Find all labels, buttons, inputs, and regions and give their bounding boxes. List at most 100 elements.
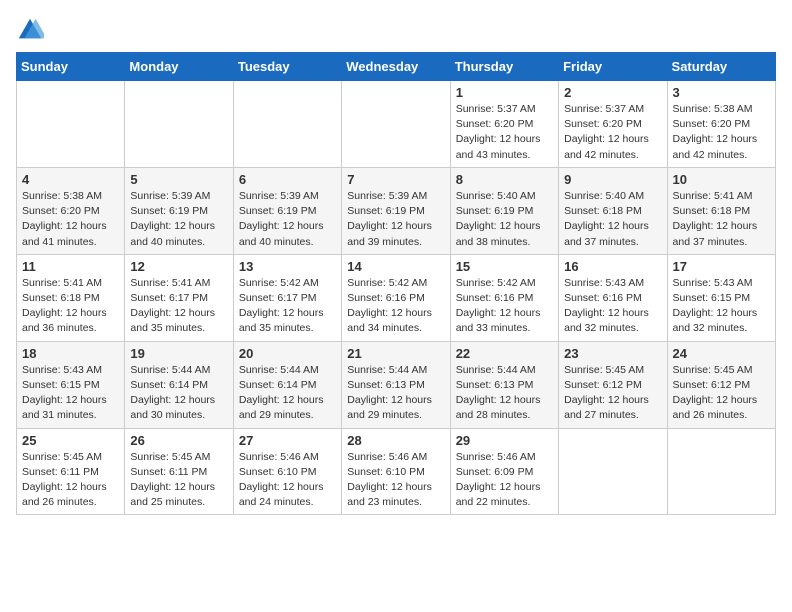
day-number: 7 — [347, 172, 444, 187]
calendar-cell: 4 Sunrise: 5:38 AM Sunset: 6:20 PM Daylig… — [17, 167, 125, 254]
weekday-row: SundayMondayTuesdayWednesdayThursdayFrid… — [17, 53, 776, 81]
calendar-cell: 2 Sunrise: 5:37 AM Sunset: 6:20 PM Daylig… — [559, 81, 667, 168]
calendar-cell: 6 Sunrise: 5:39 AM Sunset: 6:19 PM Daylig… — [233, 167, 341, 254]
calendar-cell: 22Sunrise: 5:44 AM Sunset: 6:13 PM Dayli… — [450, 341, 558, 428]
day-detail: Sunrise: 5:45 AM Sunset: 6:12 PM Dayligh… — [673, 363, 770, 424]
calendar-cell: 12 Sunrise: 5:41 AM Sunset: 6:17 PM Dayli… — [125, 254, 233, 341]
calendar-cell: 20 Sunrise: 5:44 AM Sunset: 6:14 PM Dayli… — [233, 341, 341, 428]
day-number: 28 — [347, 433, 444, 448]
day-detail: Sunrise: 5:40 AM Sunset: 6:19 PM Dayligh… — [456, 189, 553, 250]
calendar-cell: 29Sunrise: 5:46 AM Sunset: 6:09 PM Dayli… — [450, 428, 558, 515]
day-number: 25 — [22, 433, 119, 448]
calendar-header: SundayMondayTuesdayWednesdayThursdayFrid… — [17, 53, 776, 81]
logo — [16, 16, 48, 44]
weekday-header-thursday: Thursday — [450, 53, 558, 81]
day-number: 3 — [673, 85, 770, 100]
calendar-cell: 3 Sunrise: 5:38 AM Sunset: 6:20 PM Daylig… — [667, 81, 775, 168]
calendar-cell: 28Sunrise: 5:46 AM Sunset: 6:10 PM Dayli… — [342, 428, 450, 515]
calendar-cell: 27Sunrise: 5:46 AM Sunset: 6:10 PM Dayli… — [233, 428, 341, 515]
day-number: 24 — [673, 346, 770, 361]
day-detail: Sunrise: 5:42 AM Sunset: 6:16 PM Dayligh… — [456, 276, 553, 337]
day-number: 23 — [564, 346, 661, 361]
calendar-cell: 7 Sunrise: 5:39 AM Sunset: 6:19 PM Daylig… — [342, 167, 450, 254]
day-detail: Sunrise: 5:39 AM Sunset: 6:19 PM Dayligh… — [239, 189, 336, 250]
calendar-cell: 10 Sunrise: 5:41 AM Sunset: 6:18 PM Dayli… — [667, 167, 775, 254]
calendar-week-4: 18 Sunrise: 5:43 AM Sunset: 6:15 PM Dayli… — [17, 341, 776, 428]
calendar-cell: 24 Sunrise: 5:45 AM Sunset: 6:12 PM Dayli… — [667, 341, 775, 428]
day-detail: Sunrise: 5:40 AM Sunset: 6:18 PM Dayligh… — [564, 189, 661, 250]
day-detail: Sunrise: 5:37 AM Sunset: 6:20 PM Dayligh… — [564, 102, 661, 163]
day-number: 18 — [22, 346, 119, 361]
day-detail: Sunrise: 5:41 AM Sunset: 6:18 PM Dayligh… — [22, 276, 119, 337]
calendar: SundayMondayTuesdayWednesdayThursdayFrid… — [16, 52, 776, 515]
day-detail: Sunrise: 5:44 AM Sunset: 6:14 PM Dayligh… — [239, 363, 336, 424]
calendar-week-5: 25 Sunrise: 5:45 AM Sunset: 6:11 PM Dayli… — [17, 428, 776, 515]
calendar-cell — [125, 81, 233, 168]
calendar-cell: 8 Sunrise: 5:40 AM Sunset: 6:19 PM Daylig… — [450, 167, 558, 254]
calendar-cell: 17 Sunrise: 5:43 AM Sunset: 6:15 PM Dayli… — [667, 254, 775, 341]
day-detail: Sunrise: 5:43 AM Sunset: 6:16 PM Dayligh… — [564, 276, 661, 337]
weekday-header-tuesday: Tuesday — [233, 53, 341, 81]
calendar-cell: 11Sunrise: 5:41 AM Sunset: 6:18 PM Dayli… — [17, 254, 125, 341]
day-number: 19 — [130, 346, 227, 361]
calendar-cell: 25 Sunrise: 5:45 AM Sunset: 6:11 PM Dayli… — [17, 428, 125, 515]
day-detail: Sunrise: 5:45 AM Sunset: 6:11 PM Dayligh… — [130, 450, 227, 511]
day-number: 1 — [456, 85, 553, 100]
header — [16, 16, 776, 44]
calendar-cell: 21 Sunrise: 5:44 AM Sunset: 6:13 PM Dayli… — [342, 341, 450, 428]
calendar-cell: 5 Sunrise: 5:39 AM Sunset: 6:19 PM Daylig… — [125, 167, 233, 254]
calendar-cell: 23Sunrise: 5:45 AM Sunset: 6:12 PM Dayli… — [559, 341, 667, 428]
day-number: 5 — [130, 172, 227, 187]
day-number: 20 — [239, 346, 336, 361]
day-number: 14 — [347, 259, 444, 274]
calendar-cell: 16 Sunrise: 5:43 AM Sunset: 6:16 PM Dayli… — [559, 254, 667, 341]
calendar-cell: 26 Sunrise: 5:45 AM Sunset: 6:11 PM Dayli… — [125, 428, 233, 515]
calendar-cell: 19 Sunrise: 5:44 AM Sunset: 6:14 PM Dayli… — [125, 341, 233, 428]
calendar-week-3: 11Sunrise: 5:41 AM Sunset: 6:18 PM Dayli… — [17, 254, 776, 341]
calendar-cell: 9 Sunrise: 5:40 AM Sunset: 6:18 PM Daylig… — [559, 167, 667, 254]
day-number: 6 — [239, 172, 336, 187]
day-number: 15 — [456, 259, 553, 274]
day-detail: Sunrise: 5:43 AM Sunset: 6:15 PM Dayligh… — [22, 363, 119, 424]
calendar-week-2: 4 Sunrise: 5:38 AM Sunset: 6:20 PM Daylig… — [17, 167, 776, 254]
weekday-header-sunday: Sunday — [17, 53, 125, 81]
day-number: 27 — [239, 433, 336, 448]
day-detail: Sunrise: 5:41 AM Sunset: 6:17 PM Dayligh… — [130, 276, 227, 337]
day-number: 10 — [673, 172, 770, 187]
calendar-body: 1 Sunrise: 5:37 AM Sunset: 6:20 PM Daylig… — [17, 81, 776, 515]
day-number: 13 — [239, 259, 336, 274]
day-detail: Sunrise: 5:45 AM Sunset: 6:11 PM Dayligh… — [22, 450, 119, 511]
day-detail: Sunrise: 5:46 AM Sunset: 6:09 PM Dayligh… — [456, 450, 553, 511]
day-detail: Sunrise: 5:43 AM Sunset: 6:15 PM Dayligh… — [673, 276, 770, 337]
day-number: 26 — [130, 433, 227, 448]
day-number: 16 — [564, 259, 661, 274]
day-detail: Sunrise: 5:39 AM Sunset: 6:19 PM Dayligh… — [347, 189, 444, 250]
weekday-header-friday: Friday — [559, 53, 667, 81]
calendar-cell — [559, 428, 667, 515]
day-detail: Sunrise: 5:44 AM Sunset: 6:13 PM Dayligh… — [347, 363, 444, 424]
day-number: 9 — [564, 172, 661, 187]
calendar-cell: 13Sunrise: 5:42 AM Sunset: 6:17 PM Dayli… — [233, 254, 341, 341]
weekday-header-wednesday: Wednesday — [342, 53, 450, 81]
day-number: 4 — [22, 172, 119, 187]
day-number: 2 — [564, 85, 661, 100]
calendar-cell — [17, 81, 125, 168]
day-detail: Sunrise: 5:44 AM Sunset: 6:14 PM Dayligh… — [130, 363, 227, 424]
calendar-cell: 1 Sunrise: 5:37 AM Sunset: 6:20 PM Daylig… — [450, 81, 558, 168]
day-detail: Sunrise: 5:37 AM Sunset: 6:20 PM Dayligh… — [456, 102, 553, 163]
calendar-cell — [342, 81, 450, 168]
day-number: 22 — [456, 346, 553, 361]
day-detail: Sunrise: 5:39 AM Sunset: 6:19 PM Dayligh… — [130, 189, 227, 250]
day-detail: Sunrise: 5:38 AM Sunset: 6:20 PM Dayligh… — [22, 189, 119, 250]
calendar-cell — [233, 81, 341, 168]
logo-icon — [16, 16, 44, 44]
day-number: 12 — [130, 259, 227, 274]
day-number: 21 — [347, 346, 444, 361]
calendar-cell: 15 Sunrise: 5:42 AM Sunset: 6:16 PM Dayli… — [450, 254, 558, 341]
calendar-cell: 14Sunrise: 5:42 AM Sunset: 6:16 PM Dayli… — [342, 254, 450, 341]
day-number: 17 — [673, 259, 770, 274]
day-detail: Sunrise: 5:41 AM Sunset: 6:18 PM Dayligh… — [673, 189, 770, 250]
day-number: 8 — [456, 172, 553, 187]
day-detail: Sunrise: 5:38 AM Sunset: 6:20 PM Dayligh… — [673, 102, 770, 163]
weekday-header-saturday: Saturday — [667, 53, 775, 81]
